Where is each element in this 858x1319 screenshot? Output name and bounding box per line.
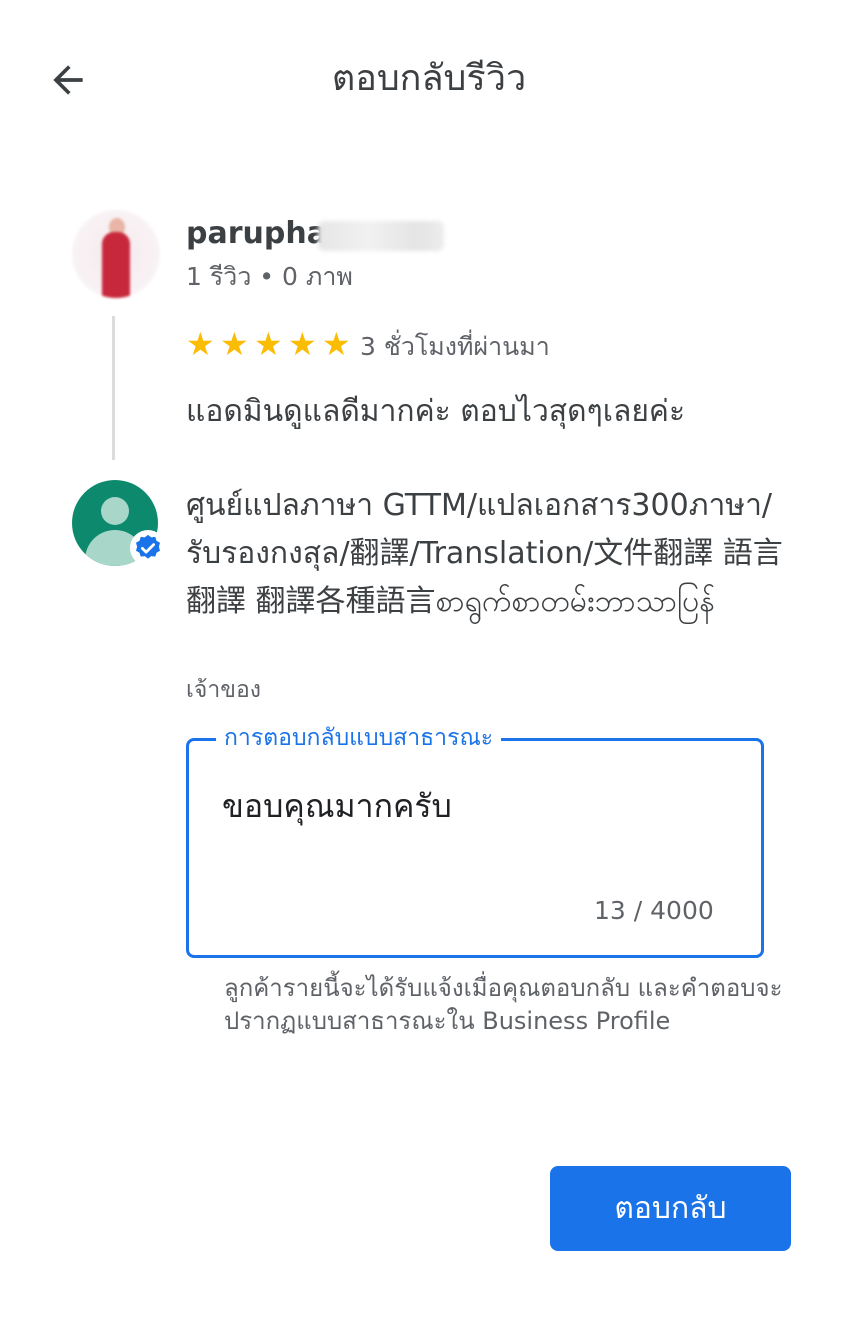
owner-name: ศูนย์แปลภาษา GTTM/แปลเอกสาร300ภาษา/รับรอ… — [186, 488, 783, 619]
review-text: แอดมินดูแลดีมากค่ะ ตอบไวสุดๆเลยค่ะ — [186, 394, 686, 429]
reply-submit-button[interactable]: ตอบกลับ — [550, 1166, 791, 1251]
review-time: 3 ชั่วโมงที่ผ่านมา — [360, 332, 550, 361]
char-counter: 13 / 4000 — [594, 896, 714, 925]
star-icon: ★ — [322, 325, 351, 363]
reviewer-meta: 1 รีวิว • 0 ภาพ — [186, 262, 353, 291]
verified-badge — [130, 530, 166, 566]
thread-line — [112, 316, 115, 460]
star-icon: ★ — [220, 325, 249, 363]
star-rating: ★ ★ ★ ★ ★ — [186, 328, 354, 360]
star-icon: ★ — [288, 325, 317, 363]
owner-role: เจ้าของ — [186, 677, 262, 703]
page-title: ตอบกลับรีวิว — [331, 58, 527, 99]
reviewer-name-blurred — [318, 221, 444, 251]
star-icon: ★ — [254, 325, 283, 363]
reviewer-avatar[interactable] — [72, 210, 160, 298]
helper-text: ลูกค้ารายนี้จะได้รับแจ้งเมื่อคุณตอบกลับ … — [224, 974, 783, 1035]
star-icon: ★ — [186, 325, 215, 363]
reviewer-name[interactable]: parupha — [186, 214, 327, 254]
reply-input[interactable]: ขอบคุณมากครับ — [222, 784, 722, 828]
verified-check-icon — [136, 534, 160, 559]
reply-field-label: การตอบกลับแบบสาธารณะ — [216, 723, 502, 753]
